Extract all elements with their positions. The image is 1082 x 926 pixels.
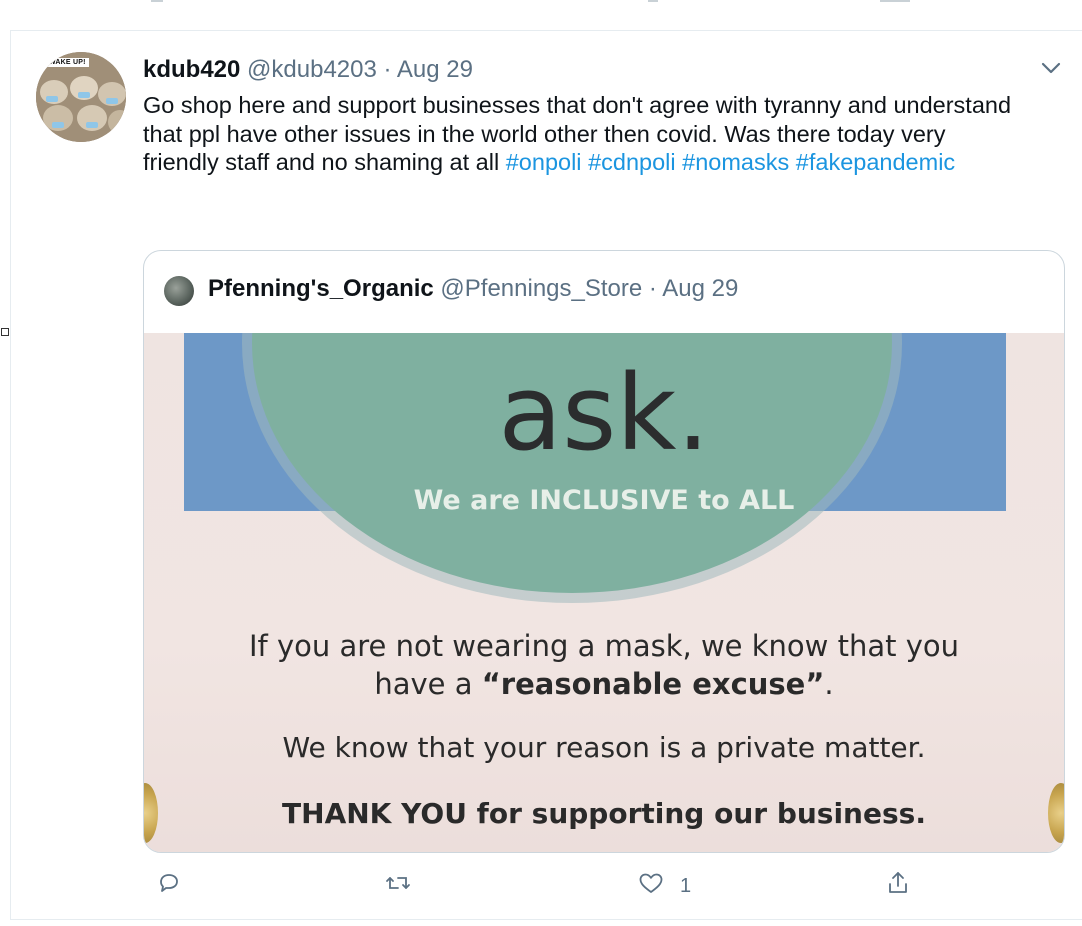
hashtag-link[interactable]: #nomasks bbox=[682, 149, 789, 175]
quoted-avatar[interactable] bbox=[164, 276, 194, 306]
display-name[interactable]: kdub420 bbox=[143, 56, 240, 83]
avatar-badge: WAKE UP! bbox=[46, 58, 89, 67]
retweet-button[interactable] bbox=[385, 868, 411, 904]
tweet-text: Go shop here and support businesses that… bbox=[143, 91, 1023, 177]
sign-reasonable-excuse: “reasonable excuse” bbox=[481, 667, 825, 701]
sign-tape-left bbox=[144, 783, 158, 843]
like-count: 1 bbox=[680, 874, 692, 897]
meta-separator: · bbox=[383, 56, 392, 83]
quoted-photo[interactable]: ask. We are INCLUSIVE to ALL If you are … bbox=[144, 333, 1064, 852]
tweet-header: kdub420 @kdub4203 · Aug 29 bbox=[143, 56, 473, 84]
reply-icon bbox=[157, 871, 181, 901]
share-button[interactable] bbox=[886, 868, 910, 904]
sign-inclusive-text: We are INCLUSIVE to ALL bbox=[413, 485, 795, 516]
tweet-date[interactable]: Aug 29 bbox=[397, 56, 473, 83]
quoted-header: Pfenning's_Organic @Pfennings_Store · Au… bbox=[208, 274, 738, 304]
like-button[interactable]: 1 bbox=[638, 868, 691, 904]
sign-line-2-prefix: have a bbox=[374, 667, 482, 701]
sign-heading: ask. bbox=[498, 352, 710, 474]
sign-line-2: have a “reasonable excuse”. bbox=[144, 667, 1064, 701]
sign-line-4: THANK YOU for supporting our business. bbox=[282, 797, 926, 830]
checkbox-marker bbox=[1, 328, 9, 336]
user-handle[interactable]: @kdub4203 bbox=[247, 56, 377, 83]
chevron-down-icon[interactable] bbox=[1040, 60, 1062, 76]
quoted-date: Aug 29 bbox=[662, 275, 739, 302]
hashtag-link[interactable]: #fakepandemic bbox=[796, 149, 955, 175]
reply-button[interactable] bbox=[157, 868, 181, 904]
share-icon bbox=[886, 870, 910, 902]
sign-line-1: If you are not wearing a mask, we know t… bbox=[248, 629, 959, 663]
user-avatar[interactable]: WAKE UP! bbox=[36, 52, 126, 142]
tweet-actions: 1 bbox=[0, 868, 1082, 908]
quoted-separator: · bbox=[648, 275, 657, 302]
sign-tape-right bbox=[1048, 783, 1064, 843]
heart-icon bbox=[638, 871, 664, 901]
sign-line-3: We know that your reason is a private ma… bbox=[282, 731, 926, 764]
retweet-icon bbox=[385, 871, 411, 901]
sign-line-2-suffix: . bbox=[824, 667, 834, 701]
quoted-display-name[interactable]: Pfenning's_Organic bbox=[208, 275, 434, 302]
quoted-tweet[interactable]: Pfenning's_Organic @Pfennings_Store · Au… bbox=[143, 250, 1065, 853]
quoted-handle[interactable]: @Pfennings_Store bbox=[440, 275, 642, 302]
hashtag-link[interactable]: #cdnpoli bbox=[588, 149, 676, 175]
hashtag-link[interactable]: #onpoli bbox=[506, 149, 582, 175]
